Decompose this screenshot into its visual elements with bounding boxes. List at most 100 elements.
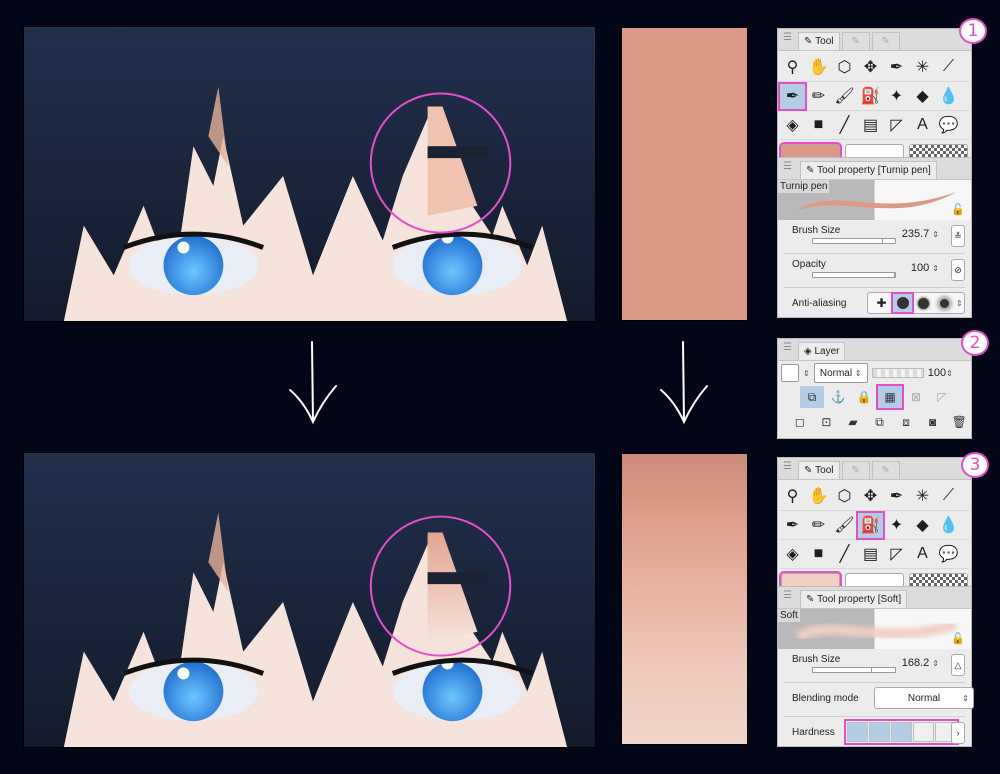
figure-icon[interactable]: ╱ (832, 113, 857, 138)
brush-icon[interactable]: 🖌 (832, 513, 857, 538)
lock-transparent-pixels-icon[interactable]: ▦ (876, 384, 904, 410)
layer-opacity-value[interactable]: 100⇕ (928, 367, 953, 379)
brush-size-slider[interactable] (812, 238, 896, 244)
pen-icon[interactable]: ✒ (780, 513, 805, 538)
lock-icon[interactable]: 🔓 (951, 632, 965, 645)
magic-wand-icon[interactable]: ✳ (910, 484, 935, 509)
layer-opacity-slider[interactable] (871, 368, 924, 378)
pencil-icon[interactable]: ✏ (806, 84, 831, 109)
ruler-icon[interactable]: ◸ (884, 113, 909, 138)
opacity-settings-button[interactable]: ⊘ (951, 259, 965, 281)
opacity-slider[interactable] (812, 272, 896, 278)
move-icon[interactable]: ✥ (858, 484, 883, 509)
lock-icon[interactable]: 🔓 (951, 203, 965, 216)
panel-menu-icon[interactable]: ☰ (783, 591, 793, 601)
new-raster-layer-icon[interactable]: ◻ (788, 411, 812, 433)
lock-layer-icon[interactable]: 🔒 (852, 386, 876, 408)
anti-aliasing-selector[interactable]: ✚ ⇕ (867, 292, 965, 314)
blending-mode-select[interactable]: Normal ⇕ (874, 687, 974, 709)
hardness-expand-button[interactable]: › (951, 722, 965, 744)
eraser-icon[interactable]: ◆ (910, 513, 935, 538)
brush-icon[interactable]: 🖌 (832, 84, 857, 109)
blend-icon[interactable]: 💧 (936, 84, 961, 109)
frame-icon[interactable]: ▤ (858, 113, 883, 138)
zoom-icon[interactable]: ⚲ (780, 55, 805, 80)
eyedropper-icon[interactable]: ⟋ (936, 484, 961, 509)
new-vector-layer-icon[interactable]: ⊡ (815, 411, 839, 433)
tab-tool[interactable]: ✎ Tool (798, 32, 840, 50)
eraser-icon[interactable]: ◆ (910, 84, 935, 109)
panel-menu-icon[interactable]: ☰ (783, 162, 793, 172)
blend-mode-select[interactable]: Normal ⇕ (813, 363, 868, 383)
text-icon[interactable]: A (910, 113, 935, 138)
figure-icon[interactable]: ╱ (832, 542, 857, 567)
text-icon[interactable]: A (910, 542, 935, 567)
delete-layer-icon[interactable]: 🗑 (947, 411, 971, 433)
pressure-settings-button[interactable]: △ (951, 654, 965, 676)
object-icon[interactable]: ⬡ (832, 55, 857, 80)
create-mask-icon[interactable]: ◙ (921, 411, 945, 433)
airbrush-icon[interactable]: ⛽ (856, 510, 885, 540)
tab-sub-tool[interactable]: ✎ (871, 461, 900, 479)
tab-tool-property[interactable]: ✎ Tool property [Soft] (800, 590, 908, 608)
blend-icon[interactable]: 💧 (936, 513, 961, 538)
balloon-icon[interactable]: 💬 (936, 113, 961, 138)
hardness-level-2[interactable] (869, 722, 890, 742)
balloon-icon[interactable]: 💬 (936, 542, 961, 567)
layer-color-box[interactable] (781, 364, 799, 382)
gradient-icon[interactable]: ■ (806, 113, 831, 138)
hardness-selector[interactable] (844, 719, 959, 745)
brush-size-value[interactable]: 235.7 ⇕ (902, 228, 939, 240)
tab-sub-tool[interactable]: ✎ (871, 32, 900, 50)
brush-size-value[interactable]: 168.2 ⇕ (902, 657, 939, 669)
fill-icon[interactable]: ◈ (780, 542, 805, 567)
lasso-pen-icon[interactable]: ✒ (884, 55, 909, 80)
hardness-level-4[interactable] (913, 722, 934, 742)
ruler-icon[interactable]: ◸ (884, 542, 909, 567)
layer-color-spin[interactable]: ⇕ (803, 369, 810, 378)
anti-aliasing-strong[interactable] (935, 294, 954, 312)
new-folder-icon[interactable]: ▰ (841, 411, 865, 433)
decoration-icon[interactable]: ✦ (884, 513, 909, 538)
panel-menu-icon[interactable]: ☰ (783, 343, 793, 353)
anti-aliasing-none[interactable]: ✚ (872, 294, 891, 312)
airbrush-icon[interactable]: ⛽ (858, 84, 883, 109)
zoom-icon[interactable]: ⚲ (780, 484, 805, 509)
layer-panel: ☰ ◈ Layer ⇕ Normal ⇕ 100⇕ ⧉ ⚓ 🔒 ▦ ⊠ ◸ ◻ … (777, 338, 972, 439)
object-icon[interactable]: ⬡ (832, 484, 857, 509)
brush-size-slider[interactable] (812, 667, 896, 673)
anti-aliasing-spin[interactable]: ⇕ (956, 299, 963, 308)
anti-aliasing-weak[interactable] (891, 292, 914, 314)
tab-layer[interactable]: ◈ Layer (798, 342, 846, 360)
transfer-down-icon[interactable]: ⧉ (868, 411, 892, 433)
reference-layer-icon[interactable]: ⚓ (826, 386, 850, 408)
tab-sub-tool[interactable]: ✎ (841, 32, 870, 50)
pencil-icon[interactable]: ✏ (806, 513, 831, 538)
move-icon[interactable]: ✥ (858, 55, 883, 80)
tab-tool[interactable]: ✎ Tool (798, 461, 840, 479)
clip-to-layer-below-icon[interactable]: ⧉ (800, 386, 824, 408)
fill-icon[interactable]: ◈ (780, 113, 805, 138)
mask-off-icon[interactable]: ⊠ (904, 386, 928, 408)
magic-wand-icon[interactable]: ✳ (910, 55, 935, 80)
merge-down-icon[interactable]: ⧈ (894, 411, 918, 433)
pen-icon[interactable]: ✒ (778, 81, 807, 111)
anti-aliasing-medium[interactable] (914, 294, 933, 312)
frame-icon[interactable]: ▤ (858, 542, 883, 567)
gradient-icon[interactable]: ■ (806, 542, 831, 567)
hand-icon[interactable]: ✋ (806, 484, 831, 509)
tab-sub-tool[interactable]: ✎ (841, 461, 870, 479)
tab-tool-property[interactable]: ✎ Tool property [Turnip pen] (800, 161, 937, 179)
tool-property-panel-3: ☰ ✎ Tool property [Soft] Soft 🔓 Brush Si… (777, 586, 974, 747)
hand-icon[interactable]: ✋ (806, 55, 831, 80)
opacity-value[interactable]: 100 ⇕ (911, 262, 939, 274)
hardness-level-3[interactable] (891, 722, 912, 742)
ruler-off-icon[interactable]: ◸ (930, 386, 954, 408)
hardness-level-1[interactable] (847, 722, 868, 742)
decoration-icon[interactable]: ✦ (884, 84, 909, 109)
panel-menu-icon[interactable]: ☰ (783, 33, 793, 43)
eyedropper-icon[interactable]: ⟋ (936, 55, 961, 80)
pressure-settings-button[interactable]: ≚ (951, 225, 965, 247)
lasso-pen-icon[interactable]: ✒ (884, 484, 909, 509)
panel-menu-icon[interactable]: ☰ (783, 462, 793, 472)
